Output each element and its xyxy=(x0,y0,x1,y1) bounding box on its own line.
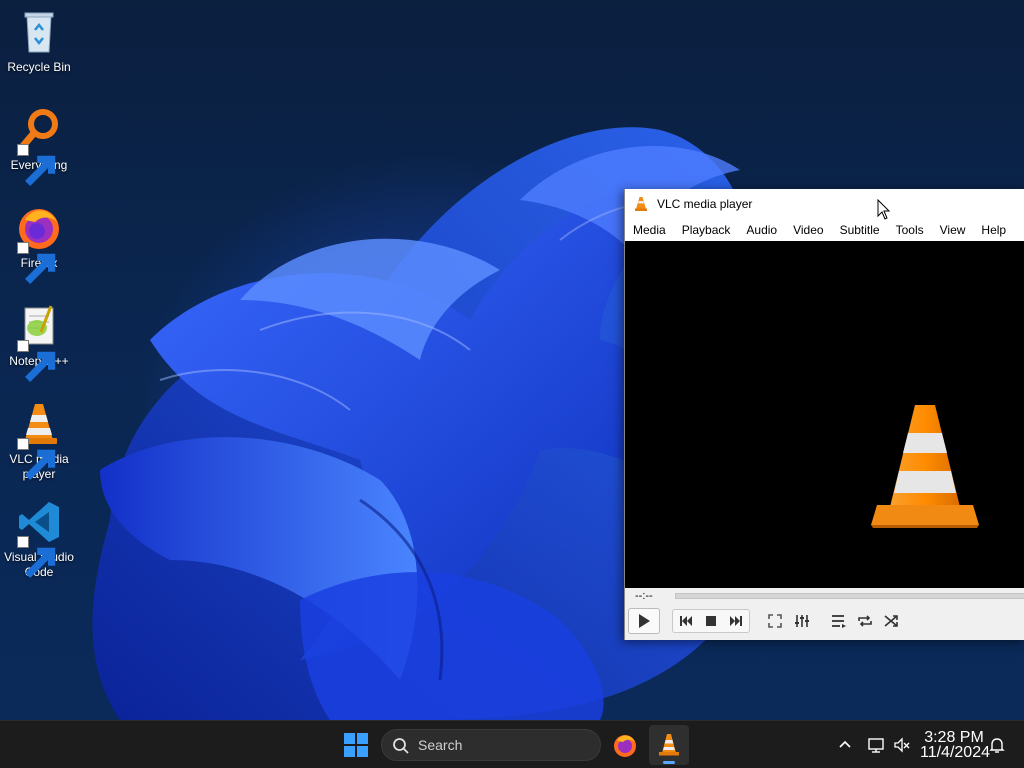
vlc-cone-icon xyxy=(15,400,63,480)
extended-settings-button[interactable] xyxy=(789,608,815,634)
loop-icon xyxy=(858,615,872,627)
desktop-icon-everything[interactable]: Everything xyxy=(0,106,78,186)
taskbar-firefox-button[interactable] xyxy=(605,725,645,765)
everything-search-icon xyxy=(15,106,63,186)
menu-media[interactable]: Media xyxy=(625,223,674,237)
equalizer-icon xyxy=(795,615,809,627)
shuffle-button[interactable] xyxy=(879,608,903,634)
windows-logo-icon xyxy=(344,733,368,757)
window-title: VLC media player xyxy=(657,197,753,211)
desktop-icon-notepad-plus-plus[interactable]: Notepad++ xyxy=(0,302,78,382)
menu-view[interactable]: View xyxy=(932,223,974,237)
next-icon xyxy=(730,616,742,626)
vlc-cone-icon xyxy=(635,197,647,211)
play-button[interactable] xyxy=(628,608,660,634)
desktop: Recycle Bin Everything Firefox Notepad++… xyxy=(0,0,1024,720)
search-placeholder: Search xyxy=(418,737,463,753)
menu-video[interactable]: Video xyxy=(785,223,831,237)
chevron-up-icon[interactable] xyxy=(835,735,855,755)
taskbar-search-box[interactable]: Search xyxy=(381,729,601,761)
playlist-button[interactable] xyxy=(827,608,851,634)
menu-audio[interactable]: Audio xyxy=(738,223,785,237)
recycle-bin-icon xyxy=(15,8,63,56)
menu-playback[interactable]: Playback xyxy=(674,223,739,237)
stop-button[interactable] xyxy=(699,608,723,634)
taskbar-vlc-button[interactable] xyxy=(649,725,689,765)
vlc-controls-bar: --:-- xyxy=(625,588,1024,640)
playlist-icon xyxy=(832,615,846,628)
previous-icon xyxy=(680,616,692,626)
stop-icon xyxy=(706,616,716,626)
vlc-logo-cone xyxy=(871,405,979,528)
desktop-icon-firefox[interactable]: Firefox xyxy=(0,204,78,284)
vlc-title-bar[interactable]: VLC media player xyxy=(625,189,1024,219)
fullscreen-button[interactable] xyxy=(763,608,787,634)
desktop-icon-vlc[interactable]: VLC media player xyxy=(0,400,78,482)
seek-slider[interactable] xyxy=(675,593,1024,599)
start-button[interactable] xyxy=(340,729,372,761)
menu-subtitle[interactable]: Subtitle xyxy=(832,223,888,237)
network-icon[interactable] xyxy=(866,735,886,755)
play-icon xyxy=(639,614,650,628)
firefox-icon xyxy=(15,204,63,284)
menu-tools[interactable]: Tools xyxy=(888,223,932,237)
vlc-cone-icon xyxy=(659,734,679,756)
next-button[interactable] xyxy=(724,608,748,634)
desktop-icon-label: Recycle Bin xyxy=(7,60,71,74)
system-clock[interactable]: 3:28 PM 11/4/2024 xyxy=(920,729,990,761)
shuffle-icon xyxy=(884,615,898,627)
menu-help[interactable]: Help xyxy=(973,223,1014,237)
search-icon xyxy=(393,738,409,754)
active-app-indicator xyxy=(663,761,675,764)
shortcut-arrow-icon xyxy=(17,144,56,186)
firefox-icon xyxy=(614,735,636,757)
shortcut-arrow-icon xyxy=(17,242,56,284)
vlc-menu-bar: Media Playback Audio Video Subtitle Tool… xyxy=(625,219,1024,242)
desktop-icon-vscode[interactable]: Visual Studio Code xyxy=(0,498,78,580)
fullscreen-icon xyxy=(768,614,782,628)
notification-bell-icon[interactable] xyxy=(987,735,1007,755)
mouse-cursor-icon xyxy=(877,199,891,220)
taskbar: Search 3:28 PM 11/4/2024 xyxy=(0,720,1024,768)
shortcut-arrow-icon xyxy=(17,340,56,382)
video-area[interactable] xyxy=(625,241,1024,588)
volume-muted-icon[interactable] xyxy=(892,735,912,755)
previous-button[interactable] xyxy=(674,608,698,634)
clock-time: 3:28 PM xyxy=(924,729,984,746)
desktop-icon-recycle-bin[interactable]: Recycle Bin xyxy=(0,8,78,75)
vscode-icon xyxy=(15,498,63,578)
notepad-plus-plus-icon xyxy=(15,302,63,382)
shortcut-arrow-icon xyxy=(17,438,56,480)
shortcut-arrow-icon xyxy=(17,536,56,578)
loop-button[interactable] xyxy=(853,608,877,634)
vlc-window: VLC media player Media Playback Audio Vi… xyxy=(624,189,1024,640)
elapsed-time: --:-- xyxy=(635,590,653,602)
clock-date: 11/4/2024 xyxy=(920,744,990,761)
